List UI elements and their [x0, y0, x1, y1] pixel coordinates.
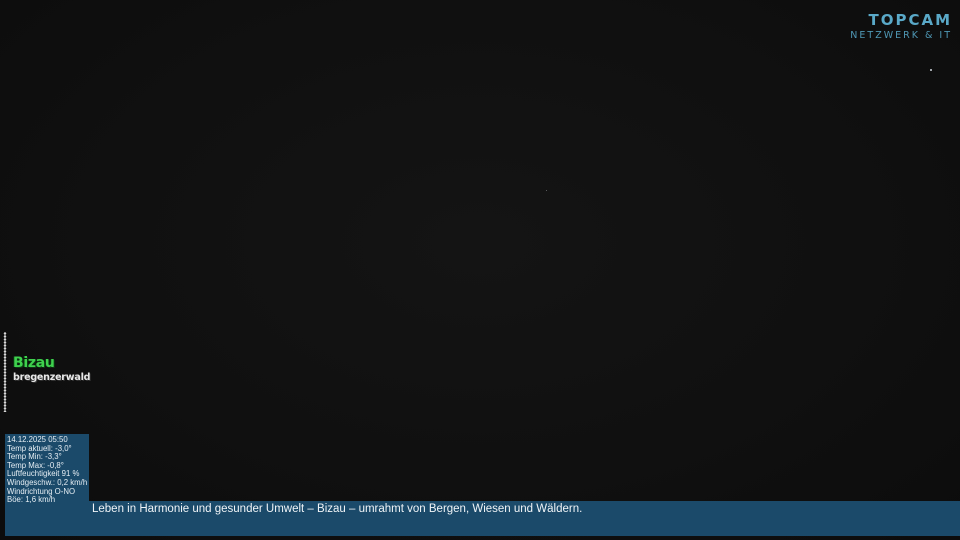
logo-subtitle: NETZWERK & IT [850, 30, 952, 41]
star [546, 190, 547, 191]
topcam-logo: TOPCAM NETZWERK & IT [850, 13, 952, 41]
weather-panel: 14.12.2025 05:50 Temp aktuell: -3,0° Tem… [5, 434, 89, 536]
caption-text: Leben in Harmonie und gesunder Umwelt – … [92, 503, 583, 515]
weather-gust: Böe: 1,6 km/h [7, 495, 56, 505]
bizau-emblem: Bizau bregenzerwald [3, 332, 93, 412]
star [930, 69, 932, 71]
logo-title: TOPCAM [868, 11, 952, 29]
webcam-view: TOPCAM NETZWERK & IT Bizau bregenzerwald… [0, 0, 960, 540]
emblem-title: Bizau [13, 355, 55, 371]
emblem-subtitle: bregenzerwald [13, 372, 91, 383]
caption-banner: Leben in Harmonie und gesunder Umwelt – … [89, 501, 960, 536]
emblem-dotted-bar [3, 332, 7, 412]
